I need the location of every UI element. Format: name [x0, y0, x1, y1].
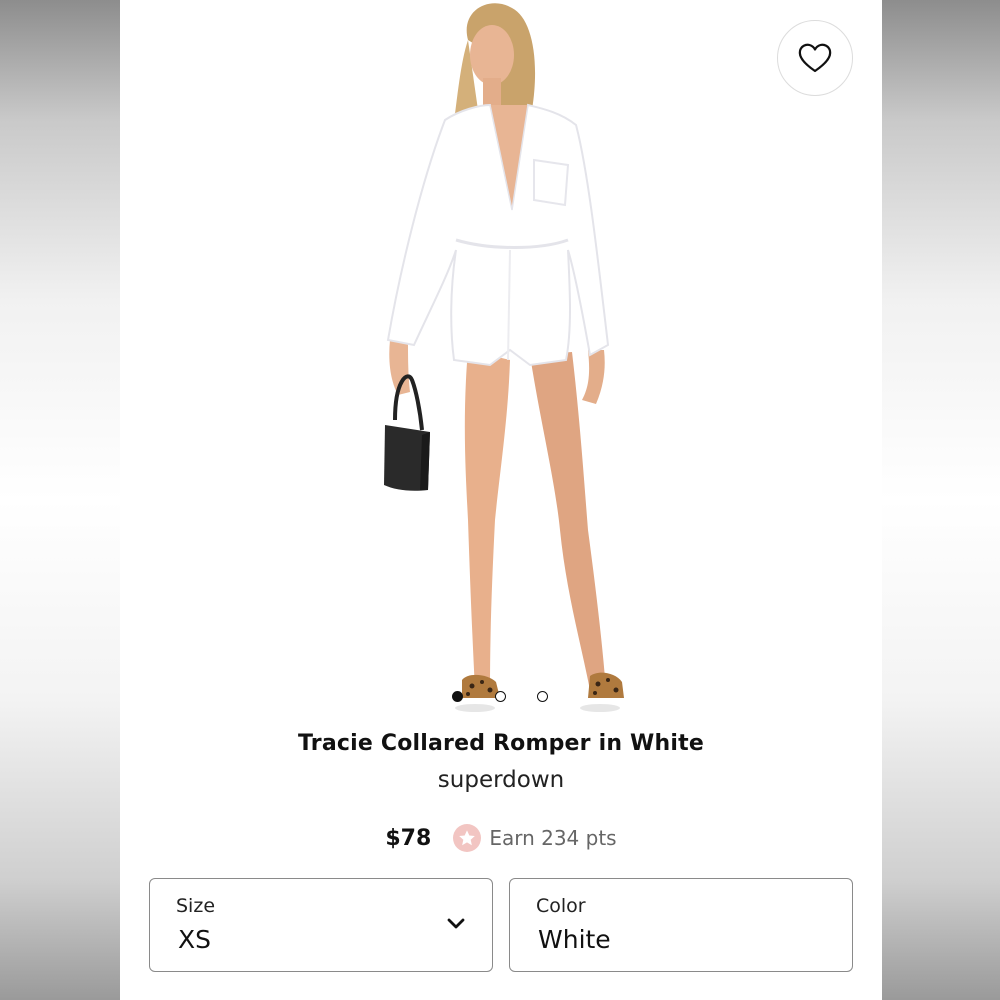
product-image[interactable]	[350, 0, 650, 720]
color-select[interactable]: Color White	[509, 878, 853, 972]
color-select-label: Color	[536, 895, 586, 917]
product-price: $78	[385, 825, 432, 851]
points-text: Earn 234 pts	[489, 826, 617, 850]
size-select[interactable]: Size XS	[149, 878, 493, 972]
size-select-value: XS	[178, 925, 211, 954]
gallery-dot-2[interactable]	[495, 691, 506, 702]
star-icon	[453, 824, 482, 852]
favorite-button[interactable]	[777, 20, 853, 96]
brand-link[interactable]: superdown	[120, 767, 882, 793]
gallery-dot-1[interactable]	[452, 691, 463, 702]
size-select-label: Size	[176, 895, 216, 917]
gallery-dots	[450, 691, 550, 707]
price-row: $78 Earn 234 pts	[120, 822, 882, 854]
heart-icon	[798, 43, 832, 73]
gallery-dot-3[interactable]	[537, 691, 548, 702]
chevron-down-icon	[447, 918, 465, 929]
reward-points: Earn 234 pts	[453, 824, 617, 852]
color-select-value: White	[538, 925, 611, 954]
product-title: Tracie Collared Romper in White	[298, 731, 704, 756]
product-panel: Tracie Collared Romper in White superdow…	[120, 0, 882, 1000]
